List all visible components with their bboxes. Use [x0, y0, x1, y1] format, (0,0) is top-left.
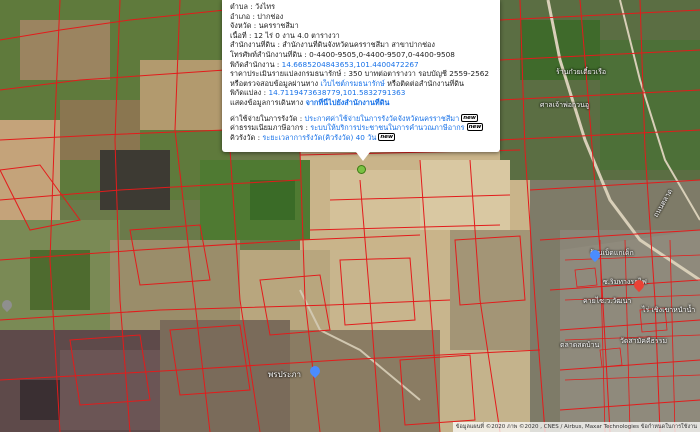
popup-row-value: 0-4400-9505,0-4400-9507,0-4400-9508	[309, 49, 455, 59]
map-label: วัดสามัคคีธรรม	[620, 337, 668, 345]
popup-row-label: อำเภอ :	[230, 11, 258, 21]
popup-link[interactable]: 14.7119473638779,101.5832791363	[268, 88, 405, 97]
map-label: คายไซ.ว.วัฒนา	[583, 297, 632, 305]
popup-row: ค่าใช้จ่ายในการรังวัด : ประกาศค่าใช้จ่าย…	[230, 113, 494, 124]
parcel-info-popup: ตำบล : วังไทร อำเภอ : ปากช่อง จังหวัด : นค…	[222, 0, 500, 152]
popup-link[interactable]: ระยะเวลาการรังวัด(คิวรังวัด) 40 วัน	[262, 133, 376, 142]
popup-link[interactable]: จากที่นี่ไปยังสำนักงานที่ดิน	[306, 98, 390, 107]
popup-row-value: ปากช่อง	[257, 11, 284, 21]
popup-row-suffix: หรือติดต่อสำนักงานที่ดิน	[384, 78, 465, 88]
popup-row-label: พิกัดสำนักงาน :	[230, 59, 282, 69]
popup-row: พิกัดแปลง : 14.7119473638779,101.5832791…	[230, 88, 494, 98]
map-label: ศาลเจ้าพ่อกวนอู	[540, 101, 590, 109]
popup-row-label: โทรศัพท์สำนักงานที่ดิน :	[230, 49, 310, 59]
popup-row: ตำบล : วังไทร	[230, 2, 494, 12]
popup-row: แสดงข้อมูลการเดินทาง จากที่นี่ไปยังสำนัก…	[230, 98, 494, 108]
popup-link[interactable]: ระบบให้บริการประชาชนในการคำนวณภาษีอากร	[310, 123, 464, 132]
popup-row: คิวรังวัด : ระยะเวลาการรังวัด(คิวรังวัด)…	[230, 132, 494, 143]
popup-row-label: แสดงข้อมูลการเดินทาง	[230, 97, 306, 107]
popup-row: หรือตรวจสอบข้อมูลผ่านทาง เว็บไซต์กรมธนาร…	[230, 79, 494, 89]
popup-row-value: 12 ไร่ 0 งาน 4.0 ตารางวา	[253, 30, 340, 40]
map-label: ไร่ เชิงเขาหนำน้ำ	[642, 306, 696, 314]
new-badge: new	[466, 123, 484, 132]
popup-row-label: ค่าธรรมเนียมภาษีอากร :	[230, 123, 311, 133]
map-attribution: ข้อมูลแผนที่ ©2020 ภาพ ©2020 , CNES / Ai…	[452, 422, 700, 432]
popup-row-label: หรือตรวจสอบข้อมูลผ่านทาง	[230, 78, 321, 88]
popup-row-value: วังไทร	[255, 2, 276, 11]
popup-link[interactable]: เว็บไซต์กรมธนารักษ์	[320, 79, 384, 88]
popup-link[interactable]: ประกาศค่าใช้จ่ายในการรังวัดจังหวัดนครราช…	[305, 114, 460, 123]
parcel-marker-icon[interactable]	[357, 165, 366, 174]
popup-link[interactable]: 14.6685204843653,101.4400472267	[282, 60, 419, 69]
popup-row: อำเภอ : ปากช่อง	[230, 12, 494, 22]
popup-row: เนื้อที่ : 12 ไร่ 0 งาน 4.0 ตารางวา	[230, 31, 494, 41]
map-label: ตลาดสดบ้าน	[560, 341, 600, 349]
popup-row-value: 350 บาทต่อตารางวา รอบบัญชี 2559-2562	[348, 69, 490, 79]
map-label: พรประภา	[268, 370, 302, 379]
map-label: ร้านก๋วยเตี๋ยวเรือ	[556, 68, 607, 76]
popup-row: จังหวัด : นครราชสีมา	[230, 21, 494, 31]
popup-row: พิกัดสำนักงาน : 14.6685204843653,101.440…	[230, 60, 494, 70]
popup-row-label: พิกัดแปลง :	[230, 88, 269, 98]
popup-tail	[356, 152, 370, 161]
popup-row: สำนักงานที่ดิน : สำนักงานที่ดินจังหวัดนค…	[230, 40, 494, 50]
popup-row-label: ตำบล :	[230, 2, 256, 11]
popup-row: โทรศัพท์สำนักงานที่ดิน : 0-4400-9505,0-4…	[230, 50, 494, 60]
popup-row-value: นครราชสีมา	[258, 21, 299, 31]
popup-row: ราคาประเมินรายแปลงกรมธนารักษ์ : 350 บาทต…	[230, 69, 494, 79]
popup-row-label: ค่าใช้จ่ายในการรังวัด :	[230, 113, 305, 123]
popup-row-value: สำนักงานที่ดินจังหวัดนครราชสีมา สาขาปากช…	[282, 40, 435, 50]
popup-row-label: สำนักงานที่ดิน :	[230, 40, 283, 50]
new-badge: new	[378, 132, 396, 141]
popup-row-label: คิวรังวัด :	[230, 132, 263, 142]
popup-row: ค่าธรรมเนียมภาษีอากร : ระบบให้บริการประช…	[230, 123, 494, 133]
new-badge: new	[461, 113, 478, 122]
popup-row-label: เนื้อที่ :	[230, 30, 254, 40]
popup-row-label: ราคาประเมินรายแปลงกรมธนารักษ์ :	[230, 69, 349, 79]
popup-row-label: จังหวัด :	[230, 21, 259, 31]
